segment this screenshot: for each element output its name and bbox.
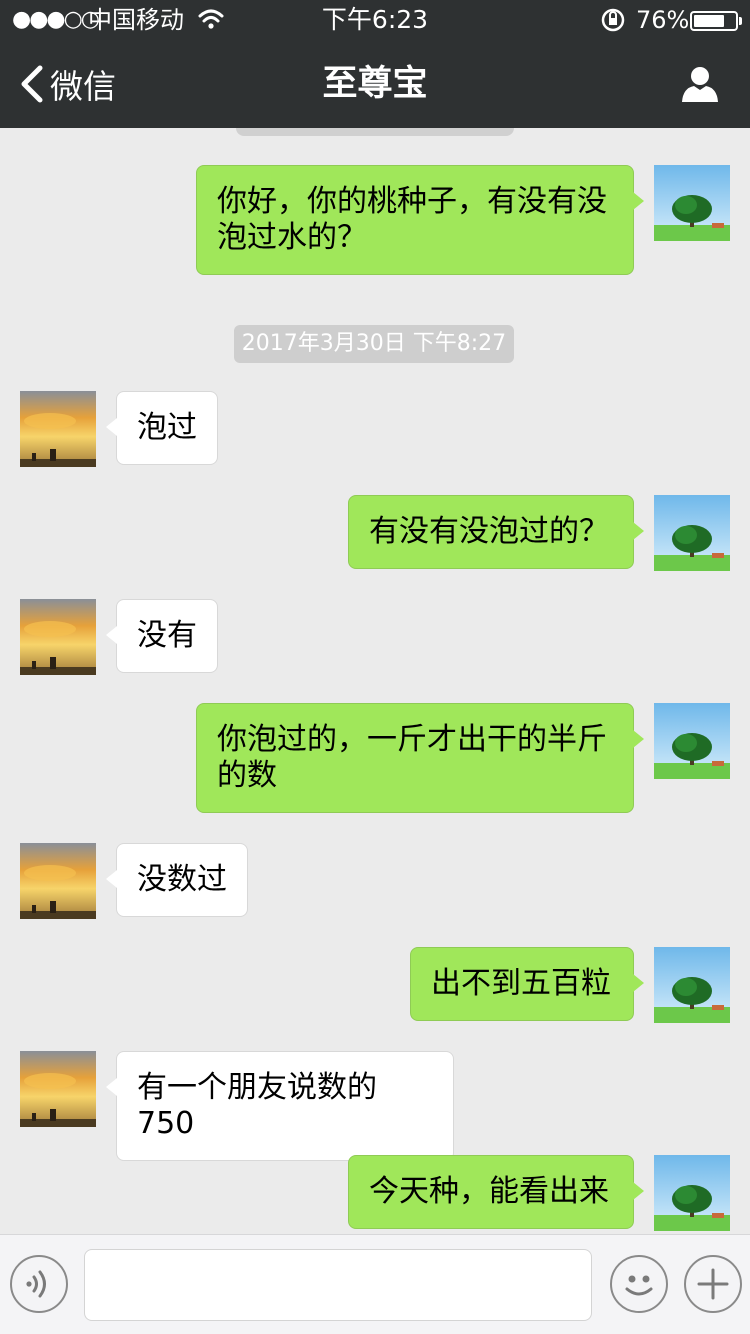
my-avatar[interactable] [654, 1155, 730, 1231]
outgoing-message[interactable]: 你好，你的桃种子，有没有没泡过水的？ [196, 165, 644, 275]
my-avatar[interactable] [654, 165, 730, 241]
contact-avatar[interactable] [20, 843, 96, 919]
chat-area[interactable]: 你好，你的桃种子，有没有没泡过水的？ 2017年3月30日 下午8:27 泡过 … [0, 128, 750, 1234]
outgoing-message[interactable]: 有没有没泡过的？ [348, 495, 644, 569]
my-avatar[interactable] [654, 703, 730, 779]
voice-button[interactable] [10, 1255, 68, 1313]
top-bar: ●●●○○ 中国移动 下午6:23 76% 微信 至尊宝 [0, 0, 750, 128]
contact-avatar[interactable] [20, 391, 96, 467]
outgoing-message[interactable]: 你泡过的，一斤才出干的半斤的数 [196, 703, 644, 813]
battery-tip [739, 17, 742, 25]
battery-icon [690, 11, 738, 31]
status-bar: ●●●○○ 中国移动 下午6:23 76% [0, 0, 750, 40]
plus-icon [697, 1268, 729, 1300]
voice-icon [26, 1270, 46, 1298]
my-avatar[interactable] [654, 947, 730, 1023]
rotation-lock-icon [600, 0, 626, 54]
input-bar [0, 1234, 750, 1334]
battery-fill [694, 15, 724, 27]
incoming-message[interactable]: 没数过 [106, 843, 248, 917]
person-icon[interactable] [680, 64, 720, 104]
incoming-message[interactable]: 泡过 [106, 391, 218, 465]
my-avatar[interactable] [654, 495, 730, 571]
emoji-button[interactable] [610, 1255, 668, 1313]
more-button[interactable] [684, 1255, 742, 1313]
battery-percentage: 76% [636, 6, 690, 34]
incoming-message[interactable]: 没有 [106, 599, 218, 673]
previous-timestamp-remnant [236, 128, 514, 136]
outgoing-message[interactable]: 今天种，能看出来 [348, 1155, 644, 1229]
outgoing-message[interactable]: 出不到五百粒 [410, 947, 644, 1021]
smiley-icon [625, 1275, 653, 1296]
message-timestamp: 2017年3月30日 下午8:27 [234, 325, 514, 363]
incoming-message[interactable]: 有一个朋友说数的750 [106, 1051, 454, 1161]
chat-title: 至尊宝 [322, 64, 428, 104]
contact-avatar[interactable] [20, 599, 96, 675]
message-input[interactable] [84, 1249, 592, 1321]
contact-avatar[interactable] [20, 1051, 96, 1127]
